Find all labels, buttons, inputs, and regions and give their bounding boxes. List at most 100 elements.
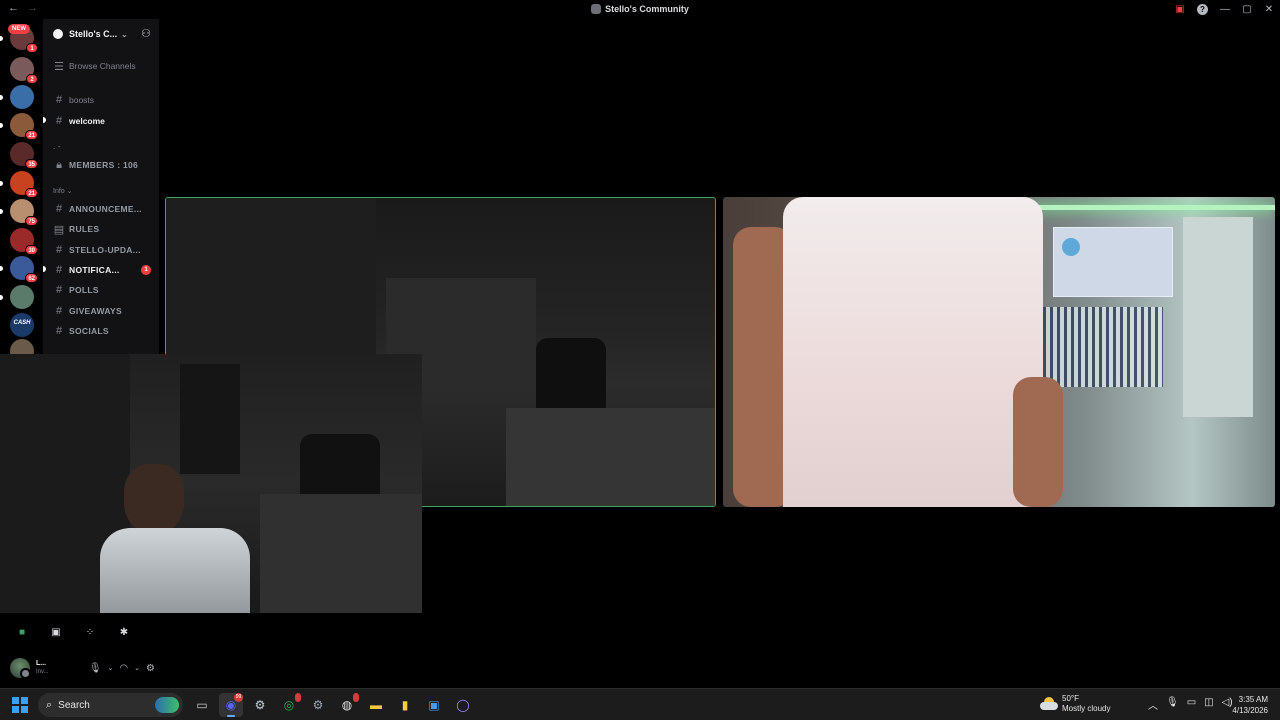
members-voice-channel[interactable]: 🔒︎ MEMBERS : 106 — [53, 157, 157, 173]
chevron-up-icon[interactable]: ︿ — [1148, 697, 1158, 712]
channel-label: MEMBERS : 106 — [69, 160, 139, 170]
mention-badge: 1 — [141, 265, 151, 275]
server-icon[interactable]: 62 — [10, 256, 38, 283]
channel-rules[interactable]: ▤ RULES — [53, 221, 157, 237]
taskbar-apps: ▭ ◉ 99 ⚙ ◎ ⚙ ◍ ▬ ▮ ▣ ◯ — [190, 693, 475, 717]
guild-header[interactable]: Stello's C... ⌄ ⚇ — [43, 19, 159, 49]
rules-icon: ▤ — [53, 223, 65, 236]
weather-desc: Mostly cloudy — [1062, 704, 1111, 713]
task-view-icon[interactable]: ▭ — [190, 693, 214, 717]
inbox-icon[interactable]: ▣ — [1169, 4, 1191, 15]
hash-icon: # — [55, 115, 63, 127]
search-label: Search — [58, 699, 90, 711]
sticky-notes-icon[interactable]: ▮ — [393, 693, 417, 717]
chevron-down-icon[interactable]: ⌄ — [134, 664, 140, 672]
notification-badge — [295, 693, 301, 702]
chevron-down-icon[interactable]: ⌄ — [108, 664, 114, 672]
microphone-icon[interactable]: 🎙︎ — [89, 663, 102, 674]
video-frame-head — [124, 464, 184, 534]
volume-icon[interactable]: ◁) — [1222, 697, 1233, 712]
channel-welcome[interactable]: # welcome — [53, 113, 157, 129]
clock[interactable]: 3:35 AM 4/13/2026 — [1232, 694, 1268, 716]
store-glyph: ▣ — [428, 698, 440, 712]
windows-start-icon[interactable] — [12, 697, 28, 713]
cortana-icon[interactable]: ◯ — [451, 693, 475, 717]
clock-time: 3:35 AM — [1238, 695, 1268, 704]
server-mention-badge: 62 — [25, 273, 38, 283]
minimize-button[interactable]: — — [1214, 4, 1236, 15]
channel-polls[interactable]: # POLLS — [53, 282, 157, 298]
server-icon[interactable] — [10, 285, 34, 309]
channel-socials[interactable]: # SOCIALS — [53, 323, 157, 339]
video-frame-door — [180, 364, 240, 474]
guild-name: Stello's C... — [69, 29, 118, 39]
server-icon[interactable]: 75 — [10, 199, 38, 226]
taskbar: ⌕ Search ▭ ◉ 99 ⚙ ◎ ⚙ ◍ ▬ ▮ ▣ ◯ 50°F Mostly cloudy… — [0, 688, 1280, 720]
video-frame-arm-right — [1013, 377, 1063, 507]
unread-indicator — [0, 209, 3, 214]
server-icon[interactable]: 2 — [10, 57, 38, 84]
channel-stello-updates[interactable]: # STELLO-UPDA... — [53, 242, 157, 258]
title-bar: ← → Stello's Community ▣ ? — ▢ ✕ — [0, 0, 1280, 19]
camera-icon[interactable]: ■ — [10, 624, 34, 640]
hash-icon: # — [55, 203, 63, 215]
soundboard-icon[interactable]: ✱ — [112, 624, 136, 640]
network-icon[interactable]: ◫ — [1204, 697, 1213, 712]
user-controls: 🎙︎ ⌄ ◠ ⌄ ⚙ — [89, 663, 155, 674]
video-frame-shirt — [783, 197, 1043, 507]
user-panel: ■ ▣ ⁘ ✱ L... Inv... 🎙︎ ⌄ ◠ ⌄ ⚙ — [0, 616, 159, 688]
user-name-block[interactable]: L... Inv... — [36, 660, 49, 676]
server-icon[interactable] — [10, 85, 34, 109]
channel-notifications[interactable]: # NOTIFICA... 1 — [53, 262, 157, 278]
server-icon[interactable] — [10, 339, 34, 354]
gear-icon[interactable]: ⚙ — [146, 663, 155, 674]
window-title: Stello's Community — [605, 4, 689, 14]
discord-icon[interactable]: ◉ 99 — [219, 693, 243, 717]
obs-glyph: ◍ — [341, 698, 353, 712]
store-icon[interactable]: ▣ — [422, 693, 446, 717]
server-mention-badge: 75 — [25, 216, 38, 226]
channel-giveaways[interactable]: # GIVEAWAYS — [53, 303, 157, 319]
system-tray: ︿ 🎙︎ ▭ ◫ ◁) — [1148, 697, 1233, 712]
chrome-icon[interactable]: ◎ — [277, 693, 301, 717]
category-label: Info — [53, 188, 65, 195]
username: L... — [36, 660, 47, 667]
channel-boosts[interactable]: # boosts — [53, 92, 157, 108]
screen-share-icon[interactable]: ▣ — [44, 624, 68, 640]
taskbar-search[interactable]: ⌕ Search — [38, 693, 183, 717]
maximize-button[interactable]: ▢ — [1236, 4, 1258, 15]
server-icon[interactable]: 21 — [10, 171, 38, 198]
file-explorer-icon[interactable]: ▬ — [364, 693, 388, 717]
server-icon[interactable]: 30 — [10, 228, 38, 255]
video-tile-participant[interactable] — [723, 197, 1275, 507]
category-info[interactable]: Info ⌄ — [53, 187, 73, 195]
channel-sidebar: Stello's C... ⌄ ⚇ ☰ Browse Channels # bo… — [43, 19, 159, 354]
video-frame-body — [100, 528, 250, 613]
sticky-notes-glyph: ▮ — [401, 698, 409, 712]
help-icon[interactable]: ? — [1197, 4, 1208, 15]
obs-icon[interactable]: ◍ — [335, 693, 359, 717]
channel-label: RULES — [69, 224, 100, 234]
display-icon[interactable]: ▭ — [1187, 697, 1196, 712]
server-icon[interactable]: CASH — [10, 313, 34, 337]
weather-widget[interactable]: 50°F Mostly cloudy — [1040, 694, 1110, 714]
activities-icon[interactable]: ⁘ — [78, 624, 102, 640]
unread-indicator — [0, 181, 3, 186]
close-button[interactable]: ✕ — [1258, 4, 1280, 15]
server-icon[interactable]: 21 — [10, 113, 38, 140]
self-video-preview[interactable] — [0, 354, 422, 613]
guild-icon — [53, 29, 63, 39]
steam-icon[interactable]: ⚙ — [248, 693, 272, 717]
server-icon[interactable]: 35 — [10, 142, 38, 169]
browse-channels[interactable]: ☰ Browse Channels — [53, 58, 157, 74]
server-mention-badge: 35 — [25, 159, 38, 169]
lock-icon: 🔒︎ — [56, 158, 62, 171]
settings-icon[interactable]: ⚙ — [306, 693, 330, 717]
channel-label: welcome — [69, 116, 105, 126]
microphone-icon[interactable]: 🎙︎ — [1166, 697, 1179, 712]
channel-announcements[interactable]: # ANNOUNCEME... — [53, 201, 157, 217]
channel-label: POLLS — [69, 285, 99, 295]
avatar[interactable] — [10, 658, 31, 679]
invite-people-icon[interactable]: ⚇ — [141, 27, 151, 40]
headphones-icon[interactable]: ◠ — [119, 663, 128, 674]
